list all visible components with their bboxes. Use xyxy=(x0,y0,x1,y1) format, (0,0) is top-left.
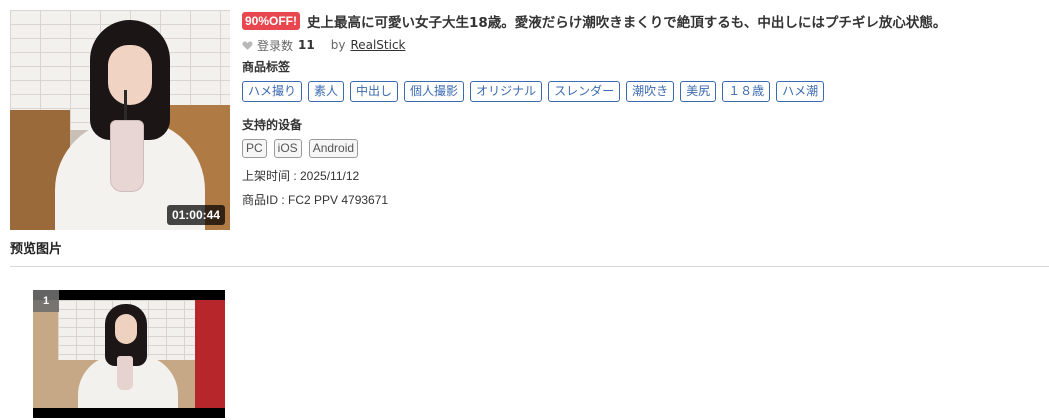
preview-figure-face xyxy=(115,314,137,344)
preview-number: 1 xyxy=(33,290,59,312)
product-info: 90%OFF! 史上最高に可愛い女子大生18歳。愛液だらけ潮吹きまくりで絶頂する… xyxy=(242,10,1042,208)
preview-red-panel xyxy=(195,300,225,408)
thumbnail-straw xyxy=(124,90,127,124)
seller-link[interactable]: RealStick xyxy=(350,38,405,52)
tag-item[interactable]: ハメ撮り xyxy=(242,81,303,102)
heart-icon[interactable] xyxy=(242,40,253,51)
tag-item[interactable]: 個人撮影 xyxy=(404,81,465,102)
product-title[interactable]: 史上最高に可愛い女子大生18歳。愛液だらけ潮吹きまくりで絶頂するも、中出しにはプ… xyxy=(307,11,946,31)
tag-item[interactable]: 素人 xyxy=(308,81,345,102)
duration-badge: 01:00:44 xyxy=(166,205,225,225)
by-label: by xyxy=(330,38,346,52)
thumbnail-figure-face xyxy=(108,45,152,105)
tag-list: ハメ撮り 素人 中出し 個人撮影 オリジナル スレンダー 潮吹き 美尻 １８歳 … xyxy=(242,81,1042,102)
release-date: 上架时间 : 2025/11/12 xyxy=(242,169,360,183)
device-badge: PC xyxy=(242,139,267,158)
preview-heading: 预览图片 xyxy=(10,242,63,257)
device-list: PC iOS Android xyxy=(242,139,1042,158)
device-badge: iOS xyxy=(273,139,302,158)
tag-item[interactable]: 潮吹き xyxy=(626,81,675,102)
thumbnail-cup xyxy=(110,120,144,192)
favorite-label: 登录数 xyxy=(257,38,294,53)
tags-label: 商品标签 xyxy=(242,60,291,74)
favorite-count: 11 xyxy=(298,38,315,52)
preview-scene xyxy=(33,300,225,408)
section-divider xyxy=(10,266,1049,267)
device-badge: Android xyxy=(308,139,359,158)
tag-item[interactable]: ハメ潮 xyxy=(776,81,825,102)
tag-item[interactable]: スレンダー xyxy=(548,81,621,102)
devices-label: 支持的设备 xyxy=(242,118,303,132)
preview-image[interactable]: 1 xyxy=(33,290,225,418)
meta-row: 登录数 11 by RealStick xyxy=(242,36,1042,54)
discount-badge: 90%OFF! xyxy=(242,12,301,30)
title-row: 90%OFF! 史上最高に可愛い女子大生18歳。愛液だらけ潮吹きまくりで絶頂する… xyxy=(242,10,1042,32)
tag-item[interactable]: 美尻 xyxy=(680,81,717,102)
tag-item[interactable]: 中出し xyxy=(350,81,399,102)
tag-item[interactable]: １８歳 xyxy=(722,81,771,102)
product-id: 商品ID : FC2 PPV 4793671 xyxy=(242,193,389,207)
tag-item[interactable]: オリジナル xyxy=(470,81,543,102)
product-thumbnail[interactable]: 01:00:44 xyxy=(10,10,230,230)
preview-cup xyxy=(117,356,133,390)
